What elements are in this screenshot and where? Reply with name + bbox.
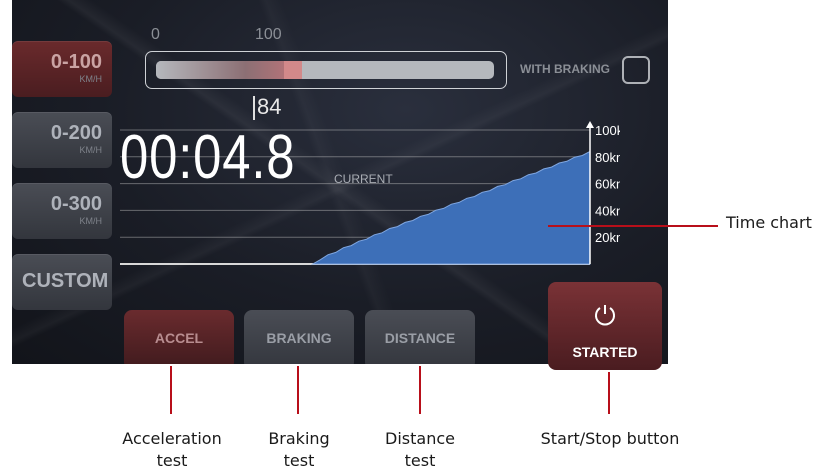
chart-y-tick-label: 40km/h xyxy=(595,203,620,218)
chart-y-tick-label: 80km/h xyxy=(595,150,620,165)
mode-label: 0-300 xyxy=(50,193,102,215)
start-stop-button[interactable]: STARTED xyxy=(548,282,662,370)
chart-y-tick-label: 100km/h xyxy=(595,123,620,138)
callout-acceleration-test: Acceleration test xyxy=(122,429,222,470)
callout-line-start xyxy=(608,372,610,414)
current-speed-value: 84 xyxy=(257,94,282,119)
accel-test-button[interactable]: ACCEL xyxy=(124,310,234,364)
speed-progress-bar xyxy=(145,51,507,89)
mode-label: CUSTOM xyxy=(22,270,109,292)
mode-unit: KM/H xyxy=(79,74,103,84)
distance-test-button[interactable]: DISTANCE xyxy=(365,310,475,364)
mode-0-300-button[interactable]: 0-300 KM/H xyxy=(12,183,112,239)
start-stop-label: STARTED xyxy=(572,344,638,360)
callout-line-distance xyxy=(419,366,421,414)
power-icon xyxy=(595,305,615,326)
chart-y-tick-label: 20km/h xyxy=(595,230,620,245)
with-braking-label: WITH BRAKING xyxy=(520,62,610,76)
callout-line-accel xyxy=(170,366,172,414)
elapsed-timer: 00:04.8 xyxy=(120,123,296,192)
with-braking-checkbox[interactable] xyxy=(622,56,650,84)
scale-end-label: 100 xyxy=(255,26,282,43)
speed-area xyxy=(310,150,591,265)
mode-label: 0-200 xyxy=(50,122,102,144)
timer-current-label: CURRENT xyxy=(334,172,393,186)
progress-track xyxy=(156,61,494,79)
mode-label: 0-100 xyxy=(50,51,102,73)
callout-line-chart xyxy=(548,225,718,227)
mode-0-100-button[interactable]: 0-100 KM/H xyxy=(12,41,112,97)
progress-fill xyxy=(156,61,285,79)
chart-axis-arrow xyxy=(586,121,594,128)
mode-0-200-button[interactable]: 0-200 KM/H xyxy=(12,112,112,168)
distance-label: DISTANCE xyxy=(384,330,456,346)
scale-start-label: 0 xyxy=(151,26,160,43)
braking-label: BRAKING xyxy=(266,330,332,346)
callout-line-braking xyxy=(297,366,299,414)
callout-time-chart: Time chart xyxy=(726,213,812,232)
mode-custom-button[interactable]: CUSTOM xyxy=(12,254,112,310)
chart-y-tick-label: 60km/h xyxy=(595,177,620,192)
accel-label: ACCEL xyxy=(154,330,204,346)
mode-unit: KM/H xyxy=(79,145,103,155)
braking-test-button[interactable]: BRAKING xyxy=(244,310,354,364)
callout-braking-test: Braking test xyxy=(268,429,330,470)
callout-distance-test: Distance test xyxy=(385,429,455,470)
progress-marker xyxy=(284,61,303,79)
callout-start-stop: Start/Stop button xyxy=(540,429,680,448)
mode-unit: KM/H xyxy=(79,216,103,226)
speed-marker-tick xyxy=(253,96,255,120)
